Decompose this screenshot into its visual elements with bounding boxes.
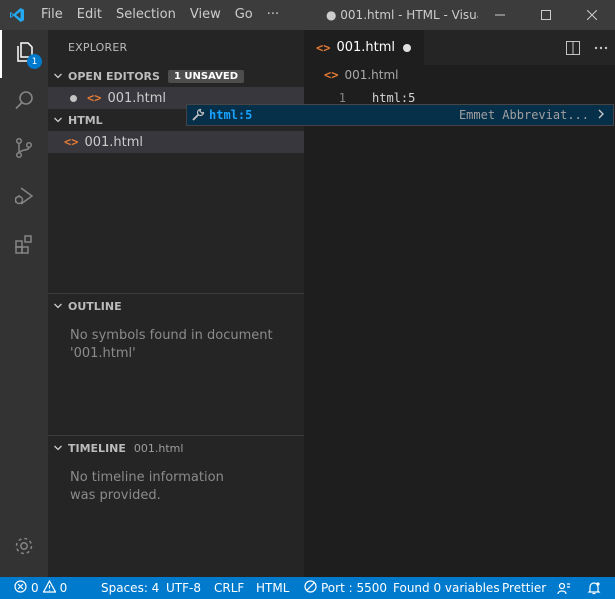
file-tree-filename: 001.html: [84, 134, 144, 150]
menu-view[interactable]: View: [183, 0, 228, 30]
menu-selection[interactable]: Selection: [109, 0, 183, 30]
indentation-status[interactable]: Spaces: 4: [101, 577, 159, 599]
gear-icon: [12, 534, 36, 562]
search-activity[interactable]: [0, 78, 48, 126]
line-number: 1: [338, 90, 346, 105]
chevron-down-icon: [48, 443, 68, 453]
timeline-label: TIMELINE: [68, 441, 126, 455]
unsaved-dot-icon[interactable]: [70, 94, 77, 102]
run-debug-activity[interactable]: [0, 174, 48, 222]
outline-message: No symbols found in document '001.html': [70, 328, 273, 361]
broadcast-icon: [304, 580, 317, 596]
notifications-bell-icon[interactable]: [587, 577, 601, 599]
open-editors-header[interactable]: OPEN EDITORS 1 UNSAVED: [48, 65, 304, 87]
chevron-down-icon: [48, 71, 68, 81]
minimize-icon[interactable]: [477, 0, 523, 30]
close-icon[interactable]: [569, 0, 615, 30]
menu-more[interactable]: ···: [260, 0, 286, 30]
error-icon: [14, 580, 27, 596]
warning-count: 0: [59, 581, 68, 595]
suggest-detail: Emmet Abbreviat...: [458, 108, 589, 122]
search-icon: [12, 88, 36, 116]
suggest-widget[interactable]: html:5 Emmet Abbreviat...: [186, 104, 614, 126]
source-control-activity[interactable]: [0, 126, 48, 174]
error-count: 0: [31, 581, 39, 595]
section-divider: [48, 293, 304, 294]
menu-go[interactable]: Go: [228, 0, 260, 30]
timeline-message: No timeline information was provided.: [70, 470, 224, 503]
folder-label: HTML: [68, 113, 103, 127]
extensions-icon: [12, 232, 36, 260]
outline-header[interactable]: OUTLINE: [48, 295, 304, 317]
tab-label: 001.html: [336, 40, 396, 55]
open-editors-label: OPEN EDITORS: [68, 69, 160, 83]
run-debug-icon: [12, 184, 36, 212]
menu-file[interactable]: File: [34, 0, 70, 30]
html-file-icon: <>: [87, 91, 102, 105]
editor-tab[interactable]: <> 001.html: [304, 30, 424, 65]
feedback-icon[interactable]: [557, 577, 571, 599]
vscode-logo-icon: [0, 0, 34, 30]
wrench-icon: [187, 108, 209, 122]
section-divider: [48, 435, 304, 436]
editor-tab-bar: <> 001.html: [304, 30, 615, 65]
explorer-activity[interactable]: 1: [0, 30, 48, 78]
activity-bar: 1: [0, 30, 48, 577]
html-file-icon: <>: [324, 68, 339, 82]
unsaved-dot-icon[interactable]: [403, 44, 411, 52]
suggest-label[interactable]: html:5: [209, 108, 252, 122]
window-title: ● 001.html - HTML - Visual...: [326, 8, 478, 22]
prettier-status[interactable]: Prettier: [502, 577, 546, 599]
warning-icon: [42, 579, 57, 596]
more-actions-icon[interactable]: [587, 46, 615, 50]
variables-status[interactable]: Found 0 variables: [393, 577, 500, 599]
live-server-status[interactable]: Port : 5500: [304, 577, 387, 599]
code-text[interactable]: html:5: [372, 91, 415, 105]
html-file-icon: <>: [316, 40, 331, 55]
source-control-icon: [12, 136, 36, 164]
problems-status[interactable]: 0 0: [14, 577, 67, 599]
extensions-activity[interactable]: [0, 222, 48, 270]
breadcrumb: <> 001.html: [304, 65, 615, 85]
code-editor[interactable]: 1 html:5: [304, 85, 615, 577]
language-status[interactable]: HTML: [256, 577, 289, 599]
explorer-badge: 1: [27, 54, 42, 69]
status-bar: 0 0 Spaces: 4 UTF-8 CRLF HTML Port : 550…: [0, 577, 615, 599]
encoding-status[interactable]: UTF-8: [166, 577, 201, 599]
unsaved-badge: 1 UNSAVED: [167, 69, 245, 83]
port-label: Port : 5500: [321, 581, 387, 595]
outline-label: OUTLINE: [68, 299, 122, 313]
menu-edit[interactable]: Edit: [70, 0, 109, 30]
editor-actions: [559, 30, 615, 65]
open-editor-filename: 001.html: [107, 90, 167, 106]
sidebar-title: EXPLORER: [68, 41, 128, 54]
manage-activity[interactable]: [0, 524, 48, 572]
file-tree-item[interactable]: <> 001.html: [48, 131, 304, 153]
maximize-icon[interactable]: [523, 0, 569, 30]
file-tree-empty-space: [48, 153, 304, 293]
split-editor-icon[interactable]: [559, 40, 587, 55]
title-bar: File Edit Selection View Go ··· ● 001.ht…: [0, 0, 615, 30]
breadcrumb-file[interactable]: 001.html: [344, 68, 398, 82]
html-file-icon: <>: [64, 135, 79, 149]
timeline-header[interactable]: TIMELINE 001.html: [48, 437, 304, 459]
chevron-right-icon[interactable]: [597, 108, 605, 122]
timeline-file: 001.html: [133, 441, 184, 455]
eol-status[interactable]: CRLF: [214, 577, 244, 599]
chevron-down-icon: [48, 115, 68, 125]
window-controls: [477, 0, 615, 30]
chevron-down-icon: [48, 301, 68, 311]
menu-bar: File Edit Selection View Go ···: [34, 0, 286, 30]
